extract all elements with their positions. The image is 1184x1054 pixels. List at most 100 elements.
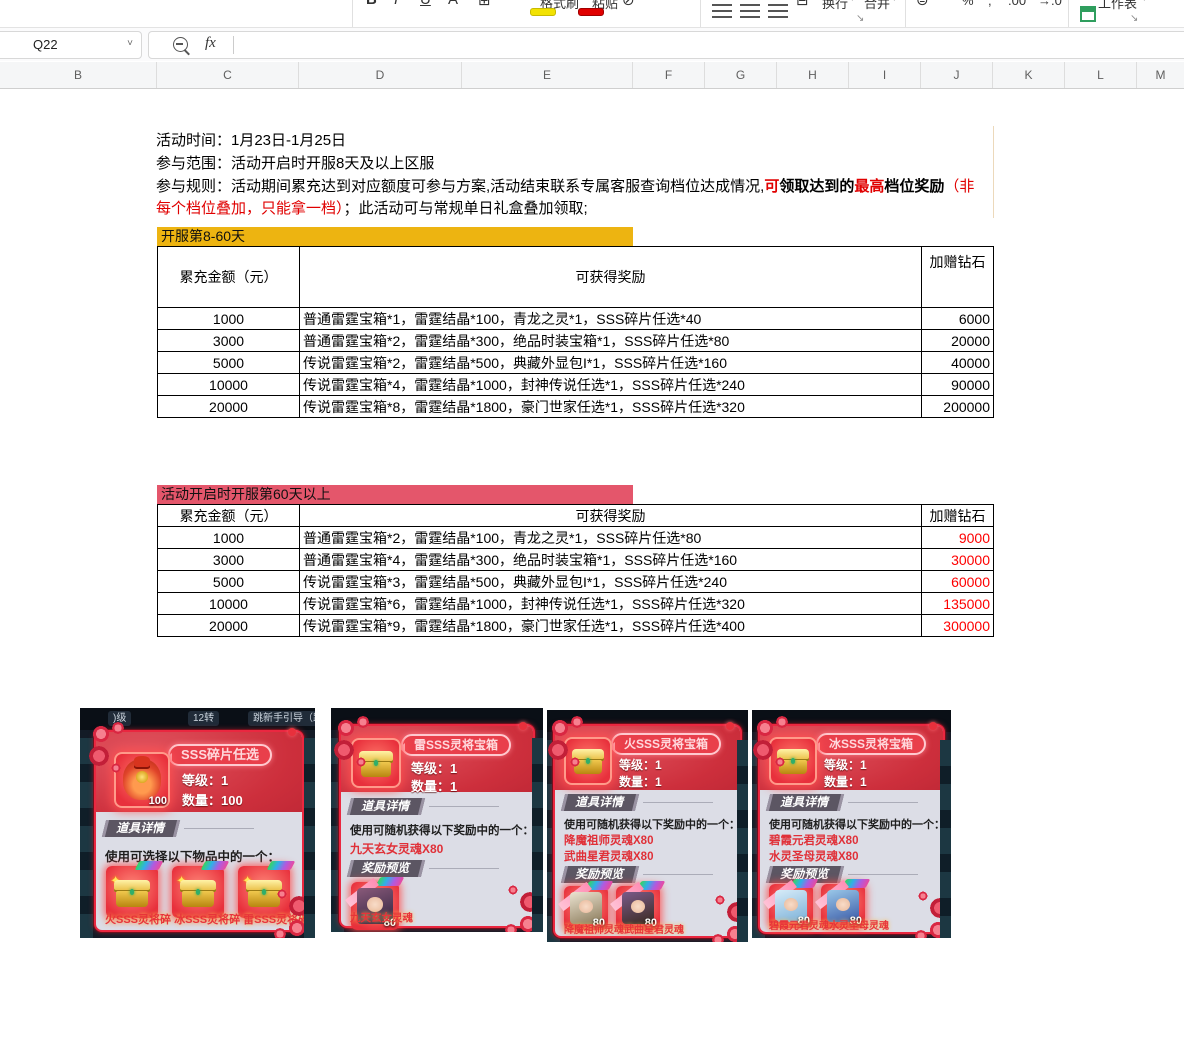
indent-button[interactable]: ⊟ — [796, 0, 809, 9]
amount-cell[interactable]: 10000 — [157, 373, 300, 396]
chest-icon: ✦ — [110, 873, 150, 907]
amount-header-cell[interactable]: 累充金额（元） — [157, 504, 300, 527]
chevron-down-icon[interactable]: ˅ — [127, 38, 133, 49]
column-header-C[interactable]: C — [157, 62, 299, 88]
item-card-ice-chest[interactable]: 冰SSS灵将宝箱 等级：1 数量：1 道具详情 使用可随机获得以下奖励中的一个：… — [752, 710, 951, 938]
column-header-B[interactable]: B — [0, 62, 157, 88]
chevron-down-icon: ▾ — [892, 0, 897, 4]
diamond-cell[interactable]: 90000 — [921, 373, 994, 396]
reward-cell[interactable]: 普通雷霆宝箱*2，雷霆结晶*100，青龙之灵*1，SSS碎片任选*80 — [299, 526, 922, 549]
magnifier-icon[interactable] — [173, 37, 188, 52]
reward-cell[interactable]: 传说雷霆宝箱*8，雷霆结晶*1800，豪门世家任选*1，SSS碎片任选*320 — [299, 395, 922, 418]
reward-header-cell[interactable]: 可获得奖励 — [299, 246, 922, 308]
column-header-D[interactable]: D — [299, 62, 462, 88]
column-header-K[interactable]: K — [993, 62, 1065, 88]
toolbar-divider — [1068, 0, 1069, 27]
event-time-line[interactable]: 活动时间：1月23日-1月25日 — [156, 131, 346, 151]
amount-cell[interactable]: 1000 — [157, 307, 300, 330]
highlight-color-button[interactable] — [530, 8, 556, 16]
reward-header-cell[interactable]: 可获得奖励 — [299, 504, 922, 527]
bold-button[interactable]: B — [366, 0, 377, 8]
amount-cell[interactable]: 10000 — [157, 592, 300, 615]
event-rules-line-2[interactable]: 每个档位叠加，只能拿一档）；此活动可与常规单日礼盒叠加领取; — [156, 199, 588, 219]
diamond-cell[interactable]: 200000 — [921, 395, 994, 418]
event-scope-line[interactable]: 参与范围：活动开启时开服8天及以上区服 — [156, 154, 434, 174]
table-row: 3000 普通雷霆宝箱*2，雷霆结晶*300，绝品时装宝箱*1，SSS碎片任选*… — [157, 329, 994, 352]
decrease-decimal-button[interactable]: →.0 — [1038, 0, 1062, 8]
reward-cell[interactable]: 普通雷霆宝箱*1，雷霆结晶*100，青龙之灵*1，SSS碎片任选*40 — [299, 307, 922, 330]
column-header-G[interactable]: G — [705, 62, 777, 88]
rules-text-bold: 档位奖励 — [884, 178, 945, 195]
amount-cell[interactable]: 5000 — [157, 570, 300, 593]
event-rules-line-1[interactable]: 参与规则：活动期间累充达到对应额度可参与方案,活动结束联系专属客服查询档位达成情… — [156, 177, 974, 197]
reward-cell[interactable]: 传说雷霆宝箱*6，雷霆结晶*1000，封神传说任选*1，SSS碎片任选*320 — [299, 592, 922, 615]
amount-cell[interactable]: 20000 — [157, 395, 300, 418]
name-box[interactable]: Q22 ˅ — [0, 31, 142, 59]
item-tooltip: 火SSS灵将宝箱 等级：1 数量：1 道具详情 使用可随机获得以下奖励中的一个：… — [547, 716, 748, 942]
diamond-cell[interactable]: 135000 — [921, 592, 994, 615]
align-right-button[interactable] — [768, 4, 788, 18]
worksheet-button[interactable]: 工作表 — [1098, 0, 1137, 12]
comma-format-button[interactable]: , — [988, 0, 992, 8]
column-header-I[interactable]: I — [849, 62, 921, 88]
reward-cell[interactable]: 普通雷霆宝箱*4，雷霆结晶*300，绝品时装宝箱*1，SSS碎片任选*160 — [299, 548, 922, 571]
spreadsheet-app: 格式刷 粘贴 B I U A ⊞ ⊘ ↘ ⊟ 换行 ▾ 合并 ▾ ⊜ % , .… — [0, 0, 1184, 1054]
dialog-launcher-icon[interactable]: ↘ — [1130, 13, 1138, 24]
reward-cell[interactable]: 传说雷霆宝箱*4，雷霆结晶*1000，封神传说任选*1，SSS碎片任选*240 — [299, 373, 922, 396]
amount-header-cell[interactable]: 累充金额（元） — [157, 246, 300, 308]
reward-name: 水灵圣母灵魂X80 — [769, 851, 859, 863]
diamond-cell[interactable]: 6000 — [921, 307, 994, 330]
column-header-J[interactable]: J — [921, 62, 993, 88]
reward-cell[interactable]: 普通雷霆宝箱*2，雷霆结晶*300，绝品时装宝箱*1，SSS碎片任选*80 — [299, 329, 922, 352]
diamond-cell[interactable]: 300000 — [921, 614, 994, 637]
reward-cell[interactable]: 传说雷霆宝箱*9，雷霆结晶*1800，豪门世家任选*1，SSS碎片任选*400 — [299, 614, 922, 637]
dialog-launcher-icon[interactable]: ↘ — [856, 13, 864, 24]
font-color-button[interactable] — [578, 8, 604, 16]
detail-banner: 道具详情 — [346, 798, 426, 815]
wrap-text-button[interactable]: 换行 — [822, 0, 848, 12]
increase-decimal-button[interactable]: .00 — [1008, 0, 1026, 8]
reward-cell[interactable]: 传说雷霆宝箱*2，雷霆结晶*500，典藏外显包I*1，SSS碎片任选*160 — [299, 351, 922, 374]
qty-label: 数量： — [182, 793, 222, 808]
amount-cell[interactable]: 20000 — [157, 614, 300, 637]
strikethrough-button[interactable]: A — [448, 0, 458, 8]
item-card-thunder-chest[interactable]: 雷SSS灵将宝箱 等级：1 数量：1 道具详情 使用可随机获得以下奖励中的一个：… — [331, 708, 543, 932]
currency-format-button[interactable]: ⊜ — [916, 0, 929, 9]
section2-banner[interactable]: 活动开启时开服第60天以上 — [157, 485, 633, 504]
percent-format-button[interactable]: % — [962, 0, 974, 8]
amount-cell[interactable]: 5000 — [157, 351, 300, 374]
column-header-M[interactable]: M — [1137, 62, 1184, 88]
diamond-header-cell[interactable]: 加赠钻石 — [921, 246, 994, 308]
borders-button[interactable]: ⊞ — [478, 0, 491, 9]
fx-icon[interactable]: fx — [205, 35, 216, 52]
section1-banner[interactable]: 开服第8-60天 — [157, 227, 633, 246]
diamond-cell[interactable]: 60000 — [921, 570, 994, 593]
column-header-F[interactable]: F — [633, 62, 705, 88]
reward-cell[interactable]: 传说雷霆宝箱*3，雷霆结晶*500，典藏外显包I*1，SSS碎片任选*240 — [299, 570, 922, 593]
italic-button[interactable]: I — [394, 0, 398, 8]
align-center-button[interactable] — [740, 4, 760, 18]
column-header-L[interactable]: L — [1065, 62, 1137, 88]
diamond-cell[interactable]: 20000 — [921, 329, 994, 352]
chest-icon: ✦ — [176, 873, 216, 907]
item-card-fire-chest[interactable]: 火SSS灵将宝箱 等级：1 数量：1 道具详情 使用可随机获得以下奖励中的一个：… — [547, 710, 748, 942]
table-row: 20000 传说雷霆宝箱*9，雷霆结晶*1800，豪门世家任选*1，SSS碎片任… — [157, 614, 994, 637]
formula-input[interactable]: fx — [148, 31, 1184, 59]
diamond-header-cell[interactable]: 加赠钻石 — [921, 504, 994, 527]
item-card-sss-fragment[interactable]: )级 12转 跳新手引导（跳 SSS碎片任选 100 等级：1 数量：100 道… — [80, 708, 315, 938]
worksheet-icon — [1080, 6, 1096, 22]
column-header-H[interactable]: H — [777, 62, 849, 88]
align-left-button[interactable] — [712, 4, 732, 18]
column-header-E[interactable]: E — [462, 62, 633, 88]
diamond-cell[interactable]: 9000 — [921, 526, 994, 549]
table-row: 1000 普通雷霆宝箱*2，雷霆结晶*100，青龙之灵*1，SSS碎片任选*80… — [157, 526, 994, 549]
amount-cell[interactable]: 3000 — [157, 329, 300, 352]
amount-cell[interactable]: 1000 — [157, 526, 300, 549]
underline-button[interactable]: U — [420, 0, 431, 8]
merge-cells-button[interactable]: 合并 — [864, 0, 890, 12]
diamond-cell[interactable]: 30000 — [921, 548, 994, 571]
amount-cell[interactable]: 3000 — [157, 548, 300, 571]
clear-format-button[interactable]: ⊘ — [622, 0, 635, 9]
item-title: SSS碎片任选 — [165, 744, 273, 766]
diamond-cell[interactable]: 40000 — [921, 351, 994, 374]
